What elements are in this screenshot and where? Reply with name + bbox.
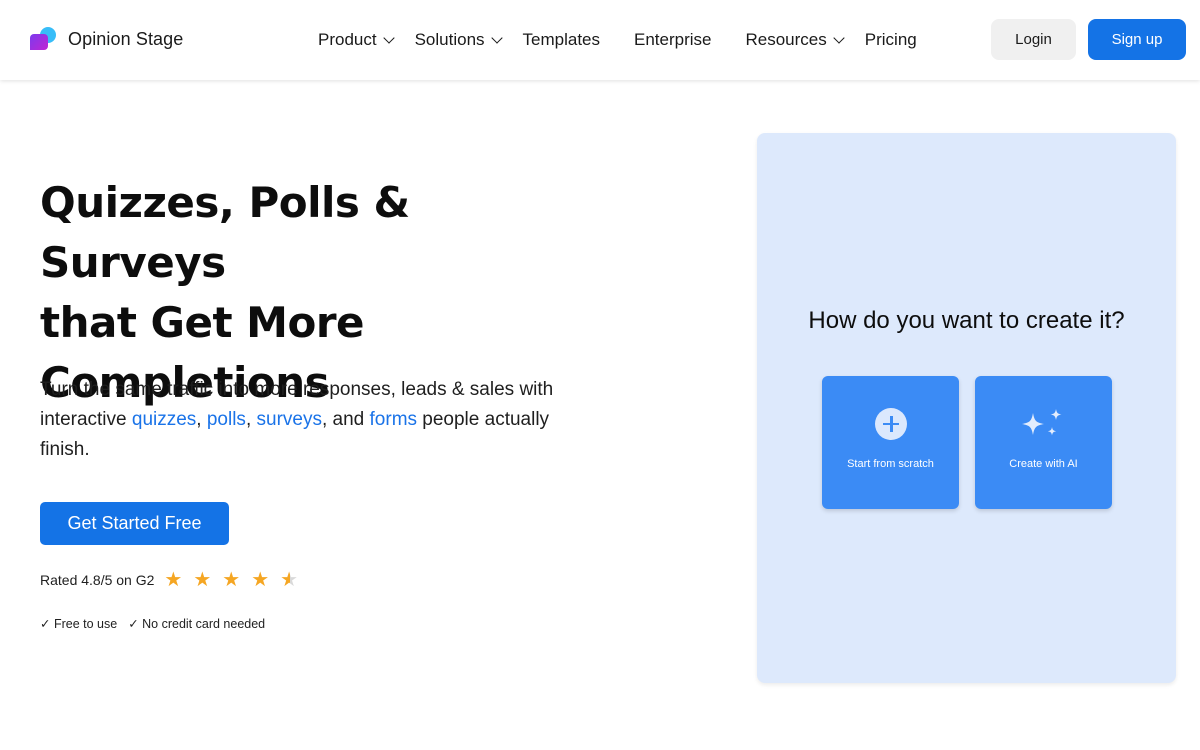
create-with-ai-label: Create with AI	[1009, 458, 1078, 470]
create-panel: How do you want to create it? Start from…	[757, 133, 1176, 683]
link-forms[interactable]: forms	[370, 409, 418, 430]
start-from-scratch-card[interactable]: Start from scratch	[822, 376, 959, 509]
link-quizzes[interactable]: quizzes	[132, 409, 196, 430]
link-polls[interactable]: polls	[207, 409, 246, 430]
nav-resources[interactable]: Resources	[745, 30, 845, 50]
nav-enterprise-label: Enterprise	[634, 30, 712, 49]
logo-text: Opinion Stage	[68, 28, 184, 49]
nav-product-label: Product	[318, 30, 377, 49]
rating-text: Rated 4.8/5 on G2	[40, 572, 155, 588]
nav-resources-label: Resources	[745, 30, 827, 49]
sparkle-icon	[1022, 409, 1062, 436]
separator: , and	[321, 409, 370, 430]
plus-circle-icon	[875, 408, 907, 440]
main-nav: Product Solutions Templates Enterprise R…	[318, 0, 917, 80]
check-no-credit-card: ✓ No credit card needed	[128, 617, 266, 631]
get-started-button[interactable]: Get Started Free	[40, 502, 229, 545]
nav-solutions-label: Solutions	[414, 30, 485, 49]
logo-icon	[30, 27, 58, 51]
feature-checks: ✓ Free to use ✓ No credit card needed	[40, 616, 276, 631]
nav-solutions[interactable]: Solutions	[414, 30, 503, 50]
star-icon: ★	[222, 569, 241, 591]
star-half-icon: ★	[280, 569, 299, 591]
link-surveys[interactable]: surveys	[257, 409, 322, 430]
site-header: Opinion Stage Product Solutions Template…	[0, 0, 1200, 80]
start-from-scratch-label: Start from scratch	[847, 458, 934, 470]
separator: ,	[245, 409, 257, 430]
star-icon: ★	[251, 569, 270, 591]
panel-title: How do you want to create it?	[808, 307, 1125, 334]
hero-subtitle: Turn the same traffic into more response…	[40, 375, 580, 465]
check-free-to-use: ✓ Free to use	[40, 617, 118, 631]
signup-button[interactable]: Sign up	[1088, 19, 1186, 60]
nav-product[interactable]: Product	[318, 30, 395, 50]
chevron-down-icon	[490, 32, 503, 44]
chevron-down-icon	[382, 32, 395, 44]
nav-enterprise[interactable]: Enterprise	[634, 30, 711, 50]
login-button[interactable]: Login	[991, 19, 1076, 60]
create-with-ai-card[interactable]: Create with AI	[975, 376, 1112, 509]
logo[interactable]: Opinion Stage	[30, 27, 183, 51]
star-icon: ★	[193, 569, 212, 591]
hero-title-line-2: that Get More	[40, 298, 365, 347]
hero-title-line-1: Quizzes, Polls & Surveys	[40, 178, 410, 287]
nav-templates-label: Templates	[522, 30, 601, 49]
g2-rating: Rated 4.8/5 on G2 ★ ★ ★ ★ ★	[40, 568, 309, 592]
star-icon: ★	[164, 569, 183, 591]
separator: ,	[196, 409, 207, 430]
nav-pricing[interactable]: Pricing	[865, 30, 917, 50]
nav-pricing-label: Pricing	[864, 30, 917, 49]
nav-templates[interactable]: Templates	[523, 30, 600, 50]
chevron-down-icon	[833, 32, 845, 44]
